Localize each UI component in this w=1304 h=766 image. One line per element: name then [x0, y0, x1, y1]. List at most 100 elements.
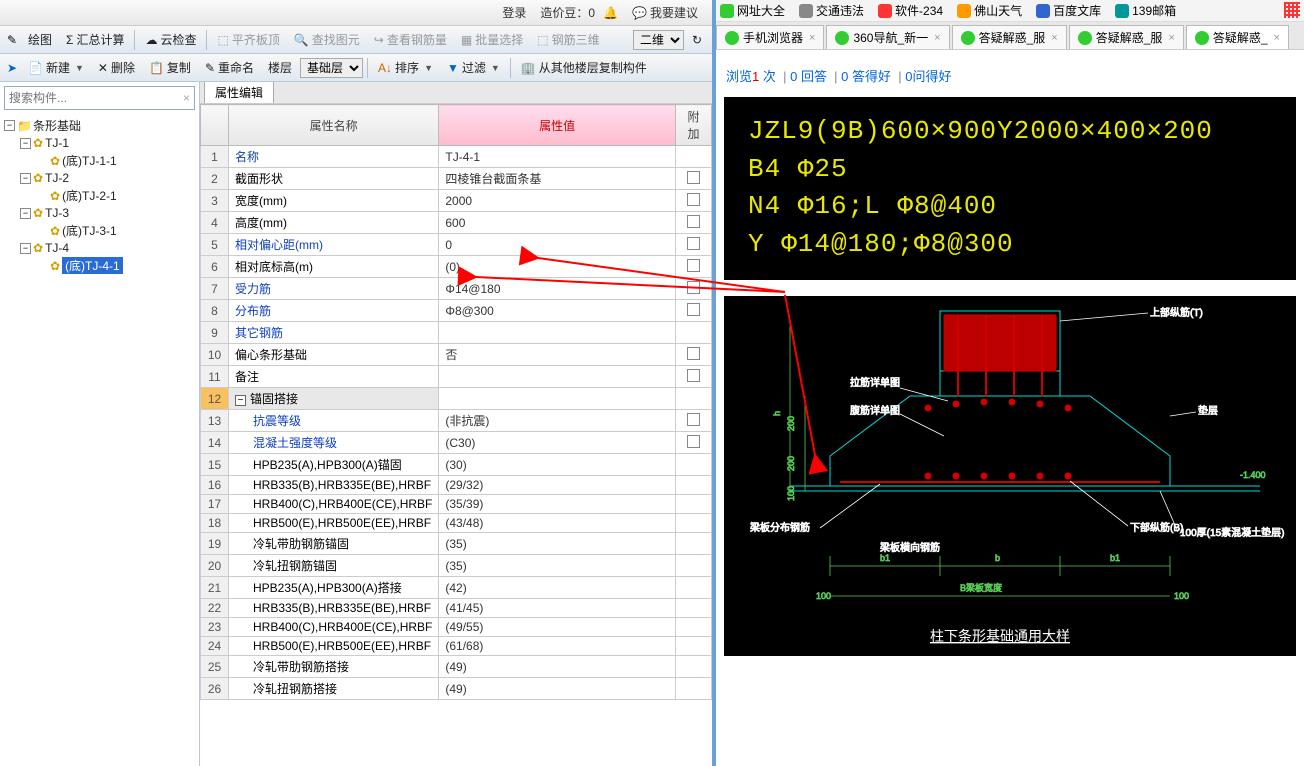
copy-from-floor-button[interactable]: 🏢 从其他楼层复制构件 — [515, 57, 653, 78]
close-icon[interactable]: × — [1051, 32, 1057, 44]
prop-value[interactable]: (49) — [439, 678, 676, 700]
browser-tab[interactable]: 答疑解惑_× — [1186, 25, 1289, 49]
tree-item[interactable]: TJ-2 — [45, 171, 69, 185]
browser-tab[interactable]: 360导航_新一× — [826, 25, 949, 49]
suggest-button[interactable]: 💬我要建议 — [626, 2, 704, 23]
prop-extra[interactable] — [676, 678, 712, 700]
browser-tab[interactable]: 答疑解惑_服× — [1069, 25, 1184, 49]
prop-name[interactable]: HRB335(B),HRB335E(BE),HRBF — [229, 476, 439, 495]
bookmark-item[interactable]: 139邮箱 — [1115, 2, 1176, 19]
prop-value[interactable] — [439, 388, 676, 410]
prop-value[interactable]: (C30) — [439, 432, 676, 454]
tab-property-edit[interactable]: 属性编辑 — [204, 82, 274, 103]
tree-leaf[interactable]: (底)TJ-3-1 — [62, 222, 117, 239]
close-icon[interactable]: × — [1274, 32, 1280, 44]
browser-tab[interactable]: 手机浏览器× — [716, 25, 824, 49]
layer-select[interactable]: 基础层 — [300, 58, 363, 78]
prop-name[interactable]: 冷轧扭钢筋锚固 — [229, 555, 439, 577]
tree-collapse-icon[interactable]: − — [20, 138, 31, 149]
prop-extra[interactable] — [676, 388, 712, 410]
prop-name[interactable]: 分布筋 — [229, 300, 439, 322]
tree-item[interactable]: TJ-4 — [45, 241, 69, 255]
prop-value[interactable] — [439, 366, 676, 388]
prop-value[interactable]: (非抗震) — [439, 410, 676, 432]
prop-value[interactable]: 2000 — [439, 190, 676, 212]
checkbox-icon[interactable] — [687, 281, 700, 294]
prop-extra[interactable] — [676, 476, 712, 495]
prop-extra[interactable] — [676, 637, 712, 656]
prop-value[interactable]: (30) — [439, 454, 676, 476]
prop-value[interactable]: 否 — [439, 344, 676, 366]
prop-value[interactable]: 四棱锥台截面条基 — [439, 168, 676, 190]
delete-button[interactable]: ✕ 删除 — [92, 57, 141, 78]
prop-extra[interactable] — [676, 366, 712, 388]
browser-content[interactable]: 浏览1 次 | 0 回答 | 0 答得好 | 0问得好 JZL9(9B)600×… — [716, 50, 1304, 766]
bookmark-item[interactable]: 软件-234 — [878, 2, 943, 19]
tree-collapse-icon[interactable]: − — [20, 173, 31, 184]
draw-button[interactable]: 绘图 — [22, 29, 58, 50]
rename-button[interactable]: ✎ 重命名 — [199, 57, 260, 78]
tree-leaf[interactable]: (底)TJ-1-1 — [62, 152, 117, 169]
prop-name[interactable]: 冷轧带肋钢筋搭接 — [229, 656, 439, 678]
prop-name[interactable]: 高度(mm) — [229, 212, 439, 234]
prop-value[interactable]: (49/55) — [439, 618, 676, 637]
prop-name[interactable]: HPB235(A),HPB300(A)搭接 — [229, 577, 439, 599]
filter-button[interactable]: ▼ 过滤▼ — [441, 57, 506, 78]
prop-value[interactable] — [439, 322, 676, 344]
prop-value[interactable]: (35) — [439, 555, 676, 577]
prop-value[interactable]: (35/39) — [439, 495, 676, 514]
prop-name[interactable]: 相对底标高(m) — [229, 256, 439, 278]
tree-collapse-icon[interactable]: − — [20, 243, 31, 254]
group-collapse-icon[interactable]: − — [235, 395, 246, 406]
prop-value[interactable]: (42) — [439, 577, 676, 599]
tree-collapse-icon[interactable]: − — [20, 208, 31, 219]
prop-name[interactable]: 偏心条形基础 — [229, 344, 439, 366]
prop-value[interactable]: (43/48) — [439, 514, 676, 533]
checkbox-icon[interactable] — [687, 303, 700, 316]
prop-name[interactable]: 冷轧扭钢筋搭接 — [229, 678, 439, 700]
prop-name[interactable]: 相对偏心距(mm) — [229, 234, 439, 256]
prop-name[interactable]: −锚固搭接 — [229, 388, 439, 410]
prop-name[interactable]: HRB400(C),HRB400E(CE),HRBF — [229, 618, 439, 637]
prop-value[interactable]: (49) — [439, 656, 676, 678]
close-icon[interactable]: × — [1168, 32, 1174, 44]
prop-extra[interactable] — [676, 577, 712, 599]
batch-select-button[interactable]: ▦ 批量选择 — [455, 29, 529, 50]
close-icon[interactable]: × — [934, 32, 940, 44]
cloud-check-button[interactable]: ☁ 云检查 — [139, 29, 202, 50]
prop-extra[interactable] — [676, 533, 712, 555]
prop-value[interactable]: (41/45) — [439, 599, 676, 618]
checkbox-icon[interactable] — [687, 369, 700, 382]
tree-item[interactable]: TJ-3 — [45, 206, 69, 220]
prop-extra[interactable] — [676, 344, 712, 366]
checkbox-icon[interactable] — [687, 237, 700, 250]
prop-name[interactable]: 宽度(mm) — [229, 190, 439, 212]
checkbox-icon[interactable] — [687, 259, 700, 272]
tree-root[interactable]: 条形基础 — [33, 117, 81, 134]
prop-value[interactable]: (35) — [439, 533, 676, 555]
checkbox-icon[interactable] — [687, 347, 700, 360]
prop-extra[interactable] — [676, 410, 712, 432]
find-elem-button[interactable]: 🔍 查找图元 — [288, 29, 366, 50]
browser-tab[interactable]: 答疑解惑_服× — [952, 25, 1067, 49]
apps-grid-icon[interactable] — [1284, 2, 1300, 18]
prop-extra[interactable] — [676, 555, 712, 577]
prop-name[interactable]: 抗震等级 — [229, 410, 439, 432]
prop-extra[interactable] — [676, 514, 712, 533]
component-tree[interactable]: − 📁 条形基础 −✿TJ-1✿(底)TJ-1-1−✿TJ-2✿(底)TJ-2-… — [0, 114, 199, 766]
prop-extra[interactable] — [676, 454, 712, 476]
refresh-icon[interactable]: ↻ — [686, 31, 708, 49]
prop-value[interactable]: (29/32) — [439, 476, 676, 495]
search-box[interactable]: × — [4, 86, 195, 110]
search-input[interactable] — [9, 91, 183, 105]
close-icon[interactable]: × — [809, 32, 815, 44]
prop-extra[interactable] — [676, 495, 712, 514]
bell-icon[interactable]: 🔔 — [603, 6, 618, 20]
prop-extra[interactable] — [676, 618, 712, 637]
prop-extra[interactable] — [676, 656, 712, 678]
prop-value[interactable]: 600 — [439, 212, 676, 234]
prop-extra[interactable] — [676, 256, 712, 278]
sum-button[interactable]: Σ 汇总计算 — [60, 29, 130, 50]
bookmark-item[interactable]: 网址大全 — [720, 2, 785, 19]
prop-name[interactable]: 截面形状 — [229, 168, 439, 190]
